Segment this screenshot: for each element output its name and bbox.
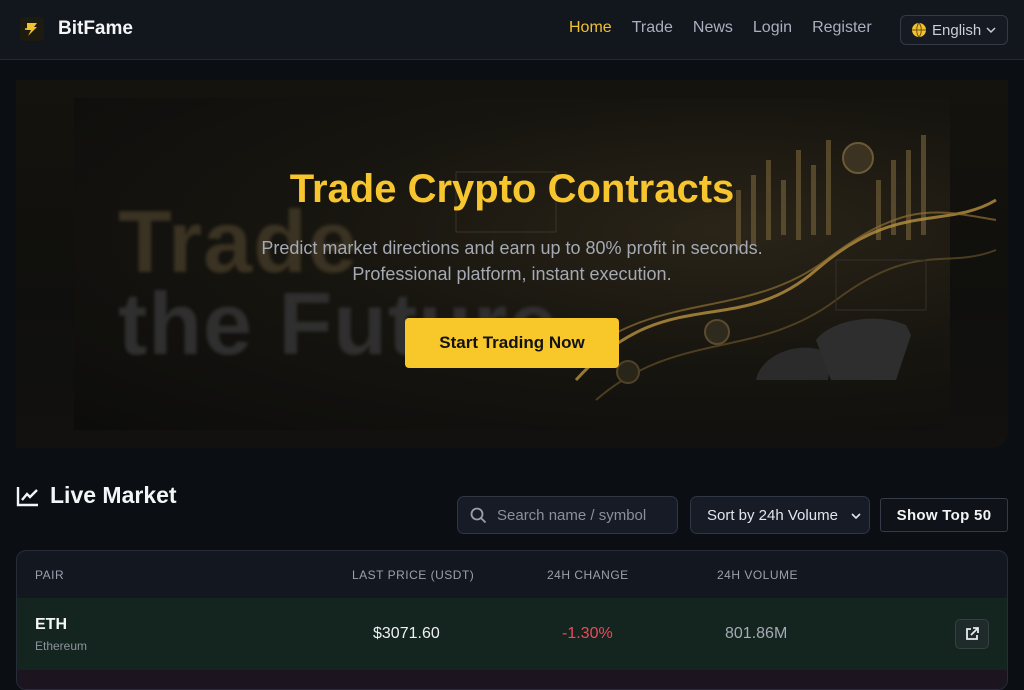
show-top-50-button[interactable]: Show Top 50 (880, 498, 1008, 532)
chevron-down-icon (986, 27, 996, 34)
navbar: BitFame Home Trade News Login Register E… (0, 0, 1024, 60)
24h-change: -1.30% (562, 625, 613, 642)
language-selector[interactable]: English (900, 15, 1008, 45)
search-icon (470, 507, 487, 523)
nav-home[interactable]: Home (569, 18, 612, 38)
24h-volume: 801.86M (725, 625, 788, 642)
last-price: $3071.60 (373, 625, 440, 642)
table-header: PAIR LAST PRICE (USDT) 24H CHANGE 24H VO… (17, 551, 1007, 598)
market-title-text: Live Market (50, 482, 177, 508)
hero-subtitle-line1: Predict market directions and earn up to… (261, 238, 763, 258)
pair-symbol: ETH (35, 616, 67, 633)
open-trade-button[interactable] (955, 619, 989, 649)
table-row[interactable] (17, 670, 1007, 689)
language-label: English (932, 21, 982, 39)
column-header-last-price: LAST PRICE (USDT) (352, 568, 475, 582)
sort-selected-label: Sort by 24h Volume (707, 506, 838, 524)
market-table: PAIR LAST PRICE (USDT) 24H CHANGE 24H VO… (16, 550, 1008, 690)
hero-title: Trade Crypto Contracts (289, 167, 735, 211)
search-input[interactable] (495, 505, 665, 525)
logo-icon (20, 17, 44, 41)
chevron-down-icon (851, 513, 861, 520)
start-trading-button[interactable]: Start Trading Now (405, 318, 619, 368)
sort-select[interactable]: Sort by 24h Volume (690, 496, 870, 534)
chart-line-icon (16, 486, 38, 506)
nav-register[interactable]: Register (812, 18, 872, 38)
nav-login[interactable]: Login (753, 18, 792, 38)
nav-news[interactable]: News (693, 18, 733, 38)
nav-links: Home Trade News Login Register (569, 18, 892, 38)
column-header-pair: PAIR (35, 568, 65, 582)
table-row[interactable]: ETH Ethereum $3071.60 -1.30% 801.86M (17, 598, 1007, 670)
market-title: Live Market (16, 482, 177, 509)
column-header-24h-volume: 24H VOLUME (717, 568, 799, 582)
column-header-24h-change: 24H CHANGE (547, 568, 629, 582)
pair-name: Ethereum (35, 639, 88, 653)
nav-trade[interactable]: Trade (632, 18, 673, 38)
external-link-icon (966, 627, 979, 640)
market-search[interactable] (457, 496, 678, 534)
brand-name: BitFame (58, 18, 133, 39)
globe-icon (912, 22, 926, 38)
hero-subtitle-line2: Professional platform, instant execution… (352, 264, 672, 284)
brand[interactable]: BitFame (20, 17, 133, 41)
